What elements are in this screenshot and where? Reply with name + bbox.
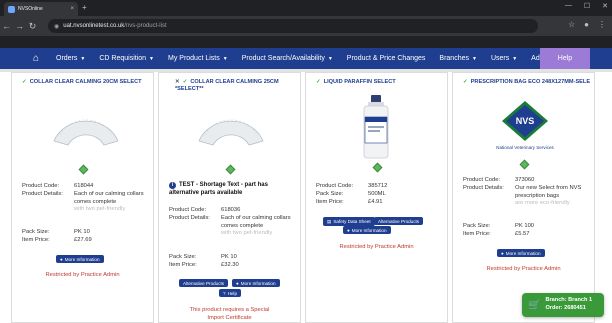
product-image (356, 93, 396, 161)
product-title[interactable]: ✓ COLLAR CLEAR CALMING 20CM SELECT (22, 79, 152, 86)
url-input[interactable]: ◉ uat.nvsonlinetest.co.uk/nvs-product-li… (48, 19, 538, 33)
product-code: 618036 (221, 207, 241, 213)
browser-tab-bar: NVSOnline × + — ☐ ✕ (0, 0, 612, 16)
nav-orders[interactable]: Orders ▼ (49, 48, 92, 69)
pack-size: 500ML (368, 191, 386, 197)
nav-users[interactable]: Users ▼ (484, 48, 524, 69)
more-information-button[interactable]: ● More Information (497, 249, 545, 257)
nav-branches[interactable]: Branches ▼ (432, 48, 484, 69)
branch-order-badge[interactable]: 🛒 Branch: Branch 1 Order: 2680451 (522, 293, 604, 317)
cart-icon: 🛒 (528, 299, 541, 311)
back-icon[interactable]: ← (0, 21, 13, 31)
close-window-icon[interactable]: ✕ (602, 2, 608, 10)
chevron-down-icon: ▼ (471, 55, 477, 62)
question-icon: ? (223, 290, 226, 296)
tab-title: NVSOnline (18, 6, 43, 12)
product-card: ✕ ✓ COLLAR CLEAR CALMING 25CM *SELECT** iT… (158, 72, 301, 323)
bookmark-star-icon[interactable]: ☆ (568, 20, 575, 29)
remove-icon[interactable]: ✕ (175, 79, 180, 85)
menu-kebab-icon[interactable]: ⋮ (598, 20, 606, 29)
product-details: Our new Select from NVS prescription bag… (515, 185, 582, 199)
alternative-products-button[interactable]: Alternative Products (374, 217, 424, 225)
nav-product-search[interactable]: Product Search/Availability ▼ (235, 48, 340, 69)
info-icon: ● (236, 280, 239, 286)
stock-indicator-icon (519, 159, 530, 170)
product-title[interactable]: ✓ LIQUID PARAFFIN SELECT (316, 79, 446, 86)
help-button[interactable]: Help (540, 48, 590, 69)
info-icon: ● (347, 227, 350, 233)
restricted-notice: Restricted by Practice Admin (45, 272, 120, 278)
restricted-notice: Restricted by Practice Admin (339, 244, 414, 250)
product-card: ✓ LIQUID PARAFFIN SELECT Product Code: 385… (305, 72, 448, 323)
profile-icon[interactable]: ● (584, 20, 589, 29)
check-icon: ✓ (316, 79, 321, 85)
more-information-button[interactable]: ● More Information (56, 255, 104, 263)
url-domain: uat.nvsonlinetest.co.uk (63, 23, 125, 29)
check-icon: ✓ (463, 79, 468, 85)
info-icon: i (169, 182, 176, 189)
check-icon: ✓ (22, 79, 27, 85)
product-card: ✓ PRESCRIPTION BAG ECO 248X127MM-SELE NVS… (452, 72, 595, 323)
product-details: Each of our calming collars comes comple… (221, 215, 291, 229)
product-details: Each of our calming collars comes comple… (74, 191, 144, 205)
item-price: £32.30 (221, 262, 239, 268)
stock-indicator-icon (372, 162, 383, 173)
pack-size: PK 10 (221, 254, 237, 260)
special-import-notice: This product requires a Special Import C… (189, 307, 270, 322)
chevron-down-icon: ▼ (327, 55, 333, 62)
item-price: £5.57 (515, 231, 530, 237)
address-bar: ← → ↻ ◉ uat.nvsonlinetest.co.uk/nvs-prod… (0, 16, 612, 36)
product-code: 618044 (74, 183, 94, 189)
chevron-down-icon: ▼ (512, 55, 518, 62)
order-number: Order: 2680451 (545, 305, 586, 311)
branch-name: Branch: Branch 1 (545, 297, 593, 304)
chevron-down-icon: ▼ (222, 55, 228, 62)
home-icon[interactable]: ⌂ (23, 53, 49, 64)
pack-size: PK 100 (515, 223, 535, 229)
product-image (191, 101, 271, 151)
info-icon: ● (60, 256, 63, 262)
info-icon: ● (501, 250, 504, 256)
favicon-icon (8, 5, 15, 13)
minimize-icon[interactable]: — (565, 2, 572, 10)
nav-cd-requisition[interactable]: CD Requisition ▼ (92, 48, 161, 69)
check-icon: ✓ (182, 79, 188, 85)
chevron-down-icon: ▼ (149, 55, 154, 62)
site-info-icon[interactable]: ◉ (54, 23, 59, 30)
shortage-warning: i TEST - Shortage Text - part has alterna… (169, 182, 268, 196)
nav-price-changes[interactable]: Product & Price Changes (340, 48, 433, 69)
new-tab-icon[interactable]: + (82, 3, 87, 12)
logo-text: NVS (516, 116, 535, 126)
item-price: £27.69 (74, 237, 92, 243)
forward-icon[interactable]: → (13, 21, 26, 31)
stock-indicator-icon (225, 164, 236, 175)
maximize-icon[interactable]: ☐ (584, 2, 590, 10)
product-image (46, 101, 126, 151)
product-title[interactable]: ✕ ✓ COLLAR CLEAR CALMING 25CM *SELECT** (175, 79, 295, 93)
more-information-button[interactable]: ● More Information (232, 279, 280, 287)
chevron-down-icon: ▼ (80, 55, 86, 62)
pack-size: PK 10 (74, 229, 90, 235)
product-card: ✓ COLLAR CLEAR CALMING 20CM SELECT Produc… (11, 72, 154, 323)
site-navigation: ⌂ Orders ▼ CD Requisition ▼ My Product Lis… (0, 48, 612, 69)
alternative-products-button[interactable]: Alternative Products (179, 279, 229, 287)
url-path: /nvs-product-list (124, 23, 167, 29)
stock-indicator-icon (78, 164, 89, 175)
help-product-button[interactable]: ? Help (219, 289, 242, 297)
nvs-logo: NVS National Veterinary Services (481, 95, 569, 153)
product-title[interactable]: ✓ PRESCRIPTION BAG ECO 248X127MM-SELE (463, 79, 593, 86)
product-code: 385712 (368, 183, 388, 189)
document-icon: ▤ (327, 218, 332, 224)
logo-caption: National Veterinary Services (496, 144, 554, 150)
more-information-button[interactable]: ● More Information (343, 226, 391, 234)
browser-tab[interactable]: NVSOnline × (4, 2, 78, 16)
restricted-notice: Restricted by Practice Admin (486, 266, 561, 272)
tab-close-icon[interactable]: × (70, 6, 74, 12)
safety-data-sheet-button[interactable]: ▤ Safety Data Sheet (323, 217, 375, 226)
item-price: £4.91 (368, 199, 383, 205)
nav-my-product-lists[interactable]: My Product Lists ▼ (161, 48, 235, 69)
reload-icon[interactable]: ↻ (26, 21, 39, 32)
product-code: 373060 (515, 177, 535, 183)
